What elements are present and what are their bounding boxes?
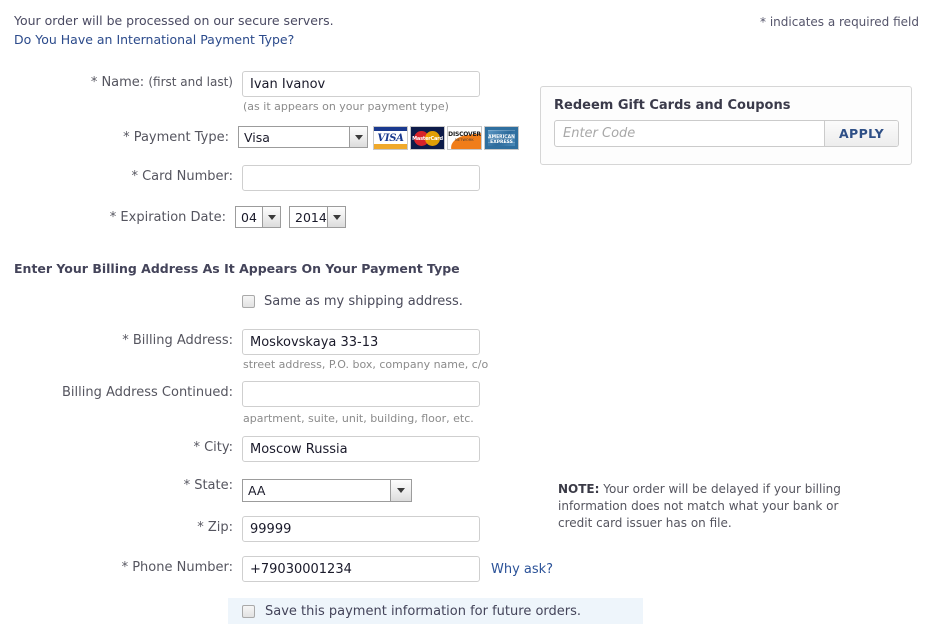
expiration-label: * Expiration Date: xyxy=(109,209,226,225)
chevron-down-icon xyxy=(390,480,411,501)
discover-card-logo-subtext: NETWORK xyxy=(455,138,474,142)
state-select[interactable]: AA xyxy=(242,479,412,502)
billing-address2-input[interactable] xyxy=(242,381,480,407)
payment-type-select[interactable]: Visa xyxy=(238,126,368,148)
save-payment-checkbox[interactable] xyxy=(242,604,255,618)
mastercard-card-logo: MasterCard xyxy=(410,126,445,150)
discover-card-logo-text: DISCOVER xyxy=(448,131,481,138)
gift-card-panel: Redeem Gift Cards and Coupons APPLY xyxy=(540,86,912,165)
city-input[interactable] xyxy=(242,436,480,462)
amex-card-logo-text: AMERICAN EXPRESS xyxy=(488,135,515,145)
state-select-value: AA xyxy=(248,483,266,498)
mastercard-card-logo-text: MasterCard xyxy=(412,136,443,142)
amex-card-logo: AMERICAN EXPRESS xyxy=(484,126,519,150)
state-label: * State: xyxy=(183,478,233,493)
phone-label: * Phone Number: xyxy=(121,560,233,575)
apply-code-button[interactable]: APPLY xyxy=(824,121,898,146)
billing-address-input[interactable] xyxy=(242,329,480,355)
billing-address-heading: Enter Your Billing Address As It Appears… xyxy=(14,261,460,276)
card-number-label: * Card Number: xyxy=(131,169,233,184)
name-hint: (as it appears on your payment type) xyxy=(243,100,449,113)
zip-label: * Zip: xyxy=(197,520,233,535)
card-number-input[interactable] xyxy=(242,165,480,191)
international-payment-link[interactable]: Do You Have an International Payment Typ… xyxy=(14,30,334,49)
secure-notice: Your order will be processed on our secu… xyxy=(14,11,334,49)
name-input[interactable] xyxy=(242,71,480,97)
billing-address2-row: Billing Address Continued: xyxy=(0,381,480,407)
zip-input[interactable] xyxy=(242,516,480,542)
name-sublabel-text: (first and last) xyxy=(148,75,233,89)
expiration-year-select[interactable]: 2014 xyxy=(289,206,346,228)
card-number-row: * Card Number: xyxy=(0,165,480,191)
city-row: * City: xyxy=(0,436,480,462)
billing-address2-label: Billing Address Continued: xyxy=(62,385,233,400)
chevron-down-icon xyxy=(327,207,345,227)
gift-card-panel-title: Redeem Gift Cards and Coupons xyxy=(554,98,791,113)
name-label-text: * Name: xyxy=(90,75,145,90)
discover-card-logo: DISCOVER NETWORK xyxy=(447,126,482,150)
chevron-down-icon xyxy=(262,207,280,227)
state-row: * State: xyxy=(0,478,242,493)
save-payment-label: Save this payment information for future… xyxy=(265,603,582,619)
expiration-row: * Expiration Date: 04 2014 xyxy=(0,206,346,228)
secure-notice-text: Your order will be processed on our secu… xyxy=(14,13,334,28)
name-row: * Name: (first and last) xyxy=(0,71,480,97)
visa-card-logo-text: VISA xyxy=(377,133,404,144)
billing-address-label: * Billing Address: xyxy=(122,333,233,348)
payment-type-select-value: Visa xyxy=(244,129,270,145)
same-as-shipping-row[interactable]: Same as my shipping address. xyxy=(242,294,463,309)
same-as-shipping-checkbox[interactable] xyxy=(242,295,255,308)
name-label: * Name: (first and last) xyxy=(91,71,242,90)
billing-address-row: * Billing Address: xyxy=(0,329,480,355)
billing-note-prefix: NOTE: xyxy=(558,482,600,496)
checkout-payment-page: Your order will be processed on our secu… xyxy=(0,0,941,633)
save-payment-bar[interactable]: Save this payment information for future… xyxy=(228,598,643,624)
chevron-down-icon xyxy=(349,127,367,147)
payment-type-label: * Payment Type: xyxy=(123,130,229,145)
gift-code-input-group: APPLY xyxy=(554,120,899,147)
payment-type-row: * Payment Type: Visa xyxy=(0,126,368,148)
billing-address-hint: street address, P.O. box, company name, … xyxy=(243,358,489,371)
expiration-year-value: 2014 xyxy=(295,209,327,225)
billing-note: NOTE: Your order will be delayed if your… xyxy=(558,481,848,532)
visa-card-logo: VISA xyxy=(373,126,408,150)
city-label: * City: xyxy=(193,440,233,455)
billing-note-body: Your order will be delayed if your billi… xyxy=(558,482,841,530)
expiration-month-value: 04 xyxy=(241,209,257,225)
zip-row: * Zip: xyxy=(0,516,480,542)
phone-row: * Phone Number: xyxy=(0,556,480,582)
required-field-note: * indicates a required field xyxy=(760,15,919,29)
same-as-shipping-label: Same as my shipping address. xyxy=(264,294,463,309)
gift-code-input[interactable] xyxy=(555,121,824,146)
why-ask-link[interactable]: Why ask? xyxy=(491,562,553,577)
accepted-cards: VISA MasterCard DISCOVER NETWORK AMERICA… xyxy=(373,126,519,150)
billing-address2-hint: apartment, suite, unit, building, floor,… xyxy=(243,412,474,425)
phone-input[interactable] xyxy=(242,556,480,582)
expiration-month-select[interactable]: 04 xyxy=(235,206,281,228)
